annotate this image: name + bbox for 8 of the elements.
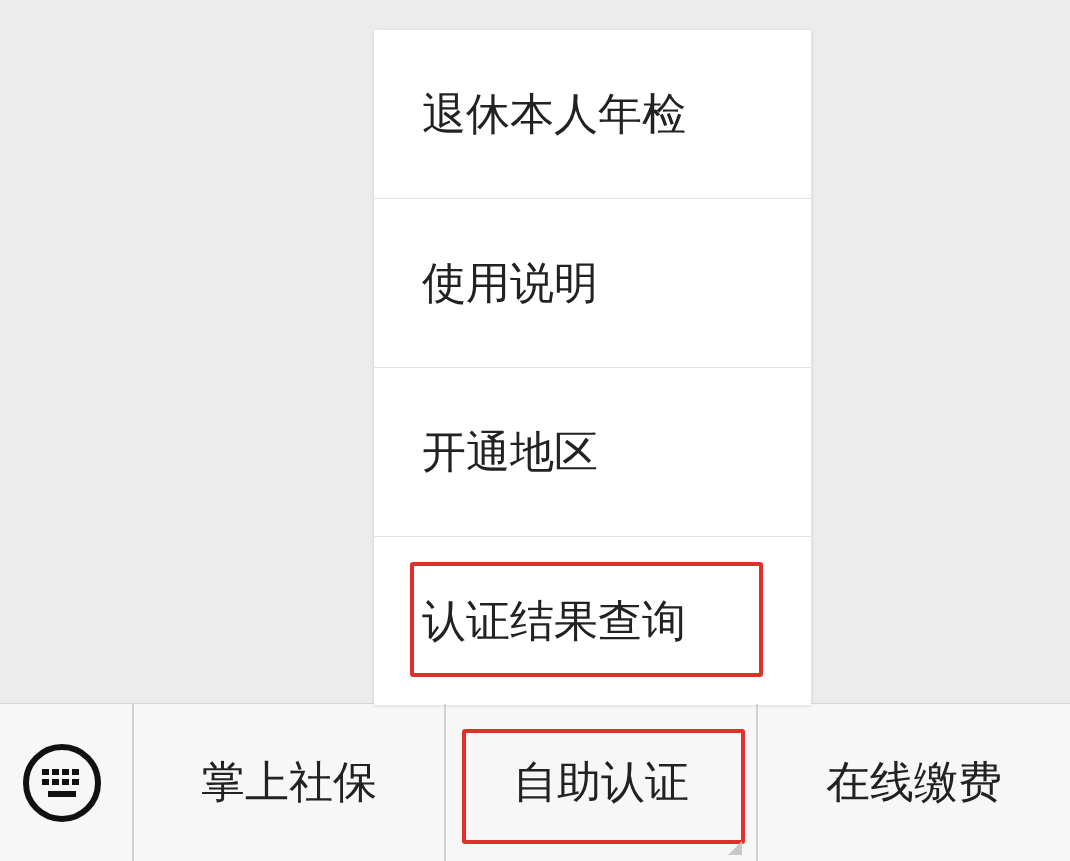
menu-item[interactable]: 使用说明	[374, 256, 598, 310]
menu-tab[interactable]: 掌上社保	[201, 753, 377, 812]
menu-tab[interactable]: 在线缴费	[826, 753, 1002, 812]
menu-item[interactable]: 认证结果查询	[374, 594, 686, 648]
menu-item[interactable]: 开通地区	[374, 425, 598, 479]
menu-tab[interactable]: 自助认证	[513, 753, 689, 812]
keyboard-icon[interactable]	[22, 742, 102, 823]
menu-item[interactable]: 退休本人年检	[374, 87, 686, 141]
